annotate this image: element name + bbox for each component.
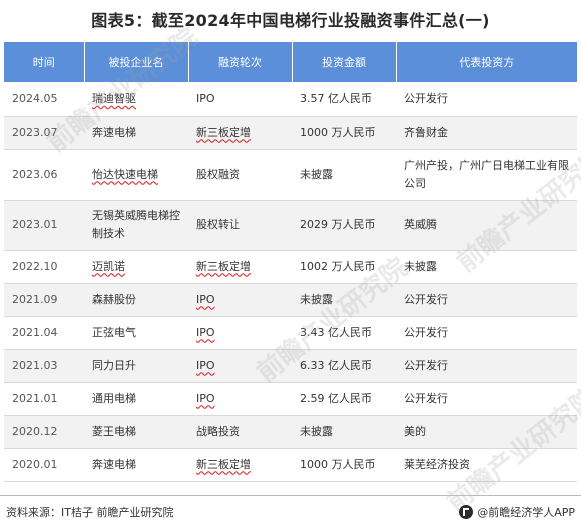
cell-investor: 齐鲁财金 <box>396 116 577 150</box>
table-header-row: 时间 被投企业名 融资轮次 投资金额 代表投资方 <box>4 42 577 82</box>
cell-round: 新三板定增 <box>188 448 292 482</box>
table-row: 2020.01 奔速电梯 新三板定增 1000 万人民币 莱芜经济投资 <box>4 448 577 482</box>
cell-amount: 6.33 亿人民币 <box>292 349 396 383</box>
cell-date: 2023.01 <box>4 200 84 251</box>
cell-round: IPO <box>188 82 292 117</box>
cell-company: 奔速电梯 <box>84 448 188 482</box>
cell-round: 新三板定增 <box>188 116 292 150</box>
round-name: IPO <box>196 358 215 372</box>
cell-date: 2021.09 <box>4 283 84 317</box>
cell-investor: 公开发行 <box>396 382 577 416</box>
cell-amount: 1000 万人民币 <box>292 448 396 482</box>
cell-date: 2021.01 <box>4 382 84 416</box>
cell-date: 2021.03 <box>4 349 84 383</box>
round-name: 新三板定增 <box>196 125 251 139</box>
cell-company: 同力日升 <box>84 349 188 383</box>
table-row: 2021.03 同力日升 IPO 6.33 亿人民币 公开发行 <box>4 349 577 383</box>
cell-investor: 公开发行 <box>396 82 577 117</box>
investment-table: 时间 被投企业名 融资轮次 投资金额 代表投资方 2024.05 瑞迪智驱 IP… <box>4 42 577 482</box>
header-company: 被投企业名 <box>84 42 189 82</box>
cell-date: 2021.04 <box>4 316 84 350</box>
table-row: 2021.04 正弦电气 IPO 3.43 亿人民币 公开发行 <box>4 316 577 350</box>
table-row: 2023.01 无锡英威腾电梯控制技术 股权转让 2029 万人民币 英威腾 <box>4 200 577 251</box>
table-row: 2020.12 菱王电梯 战略投资 未披露 美的 <box>4 415 577 449</box>
company-name: 怡达快速电梯 <box>92 167 158 181</box>
cell-round: 新三板定增 <box>188 250 292 284</box>
table-row: 2021.01 通用电梯 IPO 2.59 亿人民币 公开发行 <box>4 382 577 416</box>
cell-amount: 2.59 亿人民币 <box>292 382 396 416</box>
table-row: 2024.05 瑞迪智驱 IPO 3.57 亿人民币 公开发行 <box>4 82 577 117</box>
cell-amount: 未披露 <box>292 415 396 449</box>
cell-amount: 1002 万人民币 <box>292 250 396 284</box>
header-round: 融资轮次 <box>188 42 293 82</box>
cell-company: 无锡英威腾电梯控制技术 <box>84 200 188 251</box>
round-name: IPO <box>196 325 215 339</box>
cell-date: 2022.10 <box>4 250 84 284</box>
cell-date: 2023.06 <box>4 149 84 201</box>
cell-round: IPO <box>188 349 292 383</box>
cell-company: 通用电梯 <box>84 382 188 416</box>
cell-amount: 未披露 <box>292 283 396 317</box>
cell-company: 菱王电梯 <box>84 415 188 449</box>
cell-amount: 未披露 <box>292 149 396 201</box>
cell-amount: 3.43 亿人民币 <box>292 316 396 350</box>
qianzhan-logo-icon <box>459 505 474 519</box>
cell-round: IPO <box>188 283 292 317</box>
round-name: 新三板定增 <box>196 457 251 471</box>
cell-company: 迈凯诺 <box>84 250 188 284</box>
brand-text: @前瞻经济学人APP <box>477 506 575 519</box>
round-name: IPO <box>196 391 215 405</box>
cell-date: 2020.12 <box>4 415 84 449</box>
table-row: 2023.06 怡达快速电梯 股权融资 未披露 广州产投，广州广日电梯工业有限公… <box>4 149 577 201</box>
cell-amount: 3.57 亿人民币 <box>292 82 396 117</box>
cell-investor: 公开发行 <box>396 283 577 317</box>
cell-company: 森赫股份 <box>84 283 188 317</box>
cell-round: 股权融资 <box>188 149 292 201</box>
page-title: 图表5：截至2024年中国电梯行业投融资事件汇总(一) <box>91 11 490 30</box>
source-text: 资料来源：IT桔子 前瞻产业研究院 <box>6 506 174 519</box>
header-date: 时间 <box>4 42 85 82</box>
cell-investor: 广州产投，广州广日电梯工业有限公司 <box>396 149 577 201</box>
company-name: 迈凯诺 <box>92 259 125 273</box>
footer: 资料来源：IT桔子 前瞻产业研究院 @前瞻经济学人APP <box>0 495 581 531</box>
round-name: 新三板定增 <box>196 259 251 273</box>
table-row: 2021.09 森赫股份 IPO 未披露 公开发行 <box>4 283 577 317</box>
cell-amount: 2029 万人民币 <box>292 200 396 251</box>
cell-investor: 美的 <box>396 415 577 449</box>
cell-date: 2023.07 <box>4 116 84 150</box>
cell-investor: 莱芜经济投资 <box>396 448 577 482</box>
cell-round: IPO <box>188 382 292 416</box>
cell-amount: 1000 万人民币 <box>292 116 396 150</box>
cell-company: 奔速电梯 <box>84 116 188 150</box>
cell-round: IPO <box>188 316 292 350</box>
cell-round: 股权转让 <box>188 200 292 251</box>
cell-investor: 未披露 <box>396 250 577 284</box>
cell-investor: 公开发行 <box>396 349 577 383</box>
table-row: 2022.10 迈凯诺 新三板定增 1002 万人民币 未披露 <box>4 250 577 284</box>
round-name: IPO <box>196 292 215 306</box>
cell-company: 怡达快速电梯 <box>84 149 188 201</box>
company-name: 瑞迪智驱 <box>92 91 136 105</box>
brand: @前瞻经济学人APP <box>459 504 575 520</box>
header-amount: 投资金额 <box>292 42 397 82</box>
header-investor: 代表投资方 <box>396 42 577 82</box>
cell-investor: 英威腾 <box>396 200 577 251</box>
cell-date: 2020.01 <box>4 448 84 482</box>
cell-date: 2024.05 <box>4 82 84 117</box>
table-row: 2023.07 奔速电梯 新三板定增 1000 万人民币 齐鲁财金 <box>4 116 577 150</box>
cell-company: 瑞迪智驱 <box>84 82 188 117</box>
cell-investor: 公开发行 <box>396 316 577 350</box>
cell-round: 战略投资 <box>188 415 292 449</box>
cell-company: 正弦电气 <box>84 316 188 350</box>
